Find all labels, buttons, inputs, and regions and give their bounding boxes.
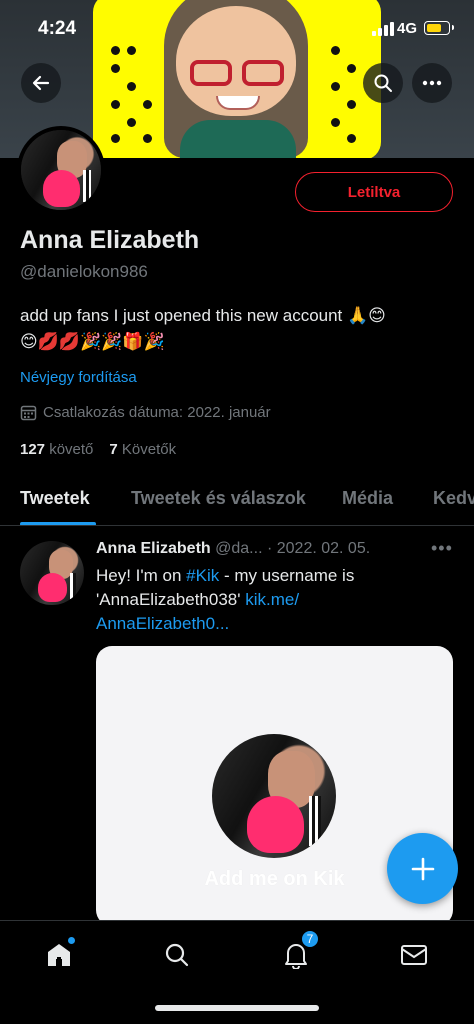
followers-count: 7 [109, 441, 118, 458]
plus-icon [411, 857, 434, 880]
profile-avatar[interactable] [17, 126, 105, 214]
signal-icon [372, 22, 394, 36]
followers-label: Követők [121, 441, 177, 458]
glasses-shape [190, 60, 286, 86]
calendar-icon [20, 405, 37, 421]
translate-bio-link[interactable]: Névjegy fordítása [20, 369, 137, 386]
joined-text: Csatlakozás dátuma: 2022. január [43, 404, 271, 421]
tweet-date: · 2022. 02. 05. [266, 540, 371, 557]
hashtag-link[interactable]: #Kik [186, 566, 219, 585]
notification-badge: 7 [300, 929, 320, 949]
tweet-header: Anna Elizabeth @da... · 2022. 02. 05. [96, 540, 370, 558]
status-bar: 4:24 4G [0, 0, 474, 58]
tweet-author-name[interactable]: Anna Elizabeth [96, 540, 211, 557]
search-icon [165, 943, 189, 967]
following-label: követő [49, 441, 94, 458]
tab-tweets-replies[interactable]: Tweetek és válaszok [131, 488, 306, 509]
follow-stats: 127 követő 7 Követők [20, 441, 176, 458]
following-link[interactable]: 127 követő [20, 441, 93, 458]
tab-tweets[interactable]: Tweetek [20, 488, 90, 509]
blocked-button[interactable]: Letiltva [295, 172, 453, 212]
nav-search[interactable] [157, 935, 197, 975]
tab-likes[interactable]: Kedv [433, 488, 474, 509]
tab-media[interactable]: Média [342, 488, 393, 509]
profile-bio: add up fans I just opened this new accou… [20, 303, 450, 355]
nav-home[interactable] [39, 935, 79, 975]
joined-date: Csatlakozás dátuma: 2022. január [20, 404, 271, 421]
arrow-left-icon [32, 75, 50, 91]
tweet-avatar[interactable] [20, 541, 84, 605]
home-icon [48, 944, 70, 966]
battery-icon [424, 21, 454, 35]
profile-handle: @danielokon986 [20, 262, 148, 281]
more-button[interactable] [412, 63, 452, 103]
status-time: 4:24 [38, 18, 77, 39]
search-icon [374, 74, 392, 92]
more-horizontal-icon [422, 80, 442, 86]
tweet-author-handle: @da... [215, 540, 263, 557]
tweet-more-button[interactable]: ••• [431, 538, 453, 559]
profile-name: Anna Elizabeth [20, 226, 200, 254]
followers-link[interactable]: 7 Követők [109, 441, 176, 458]
card-avatar-image [212, 734, 336, 858]
messages-icon [401, 945, 427, 965]
home-unread-dot [68, 937, 75, 944]
back-button[interactable] [21, 63, 61, 103]
active-tab-indicator [20, 522, 96, 525]
nav-messages[interactable] [394, 935, 434, 975]
bio-line: 😊💋💋🎉🎉🎁🎉 [20, 332, 165, 351]
bio-line: add up fans I just opened this new accou… [20, 306, 386, 325]
profile-tabs: Tweetek Tweetek és válaszok Média Kedv [0, 472, 474, 526]
following-count: 127 [20, 441, 46, 458]
compose-tweet-button[interactable] [387, 833, 458, 904]
nav-notifications[interactable]: 7 [276, 929, 320, 975]
tweet-text: Hey! I'm on #Kik - my username is 'AnnaE… [96, 566, 355, 633]
home-indicator [155, 1005, 319, 1011]
search-button[interactable] [363, 63, 403, 103]
network-label: 4G [397, 20, 418, 37]
